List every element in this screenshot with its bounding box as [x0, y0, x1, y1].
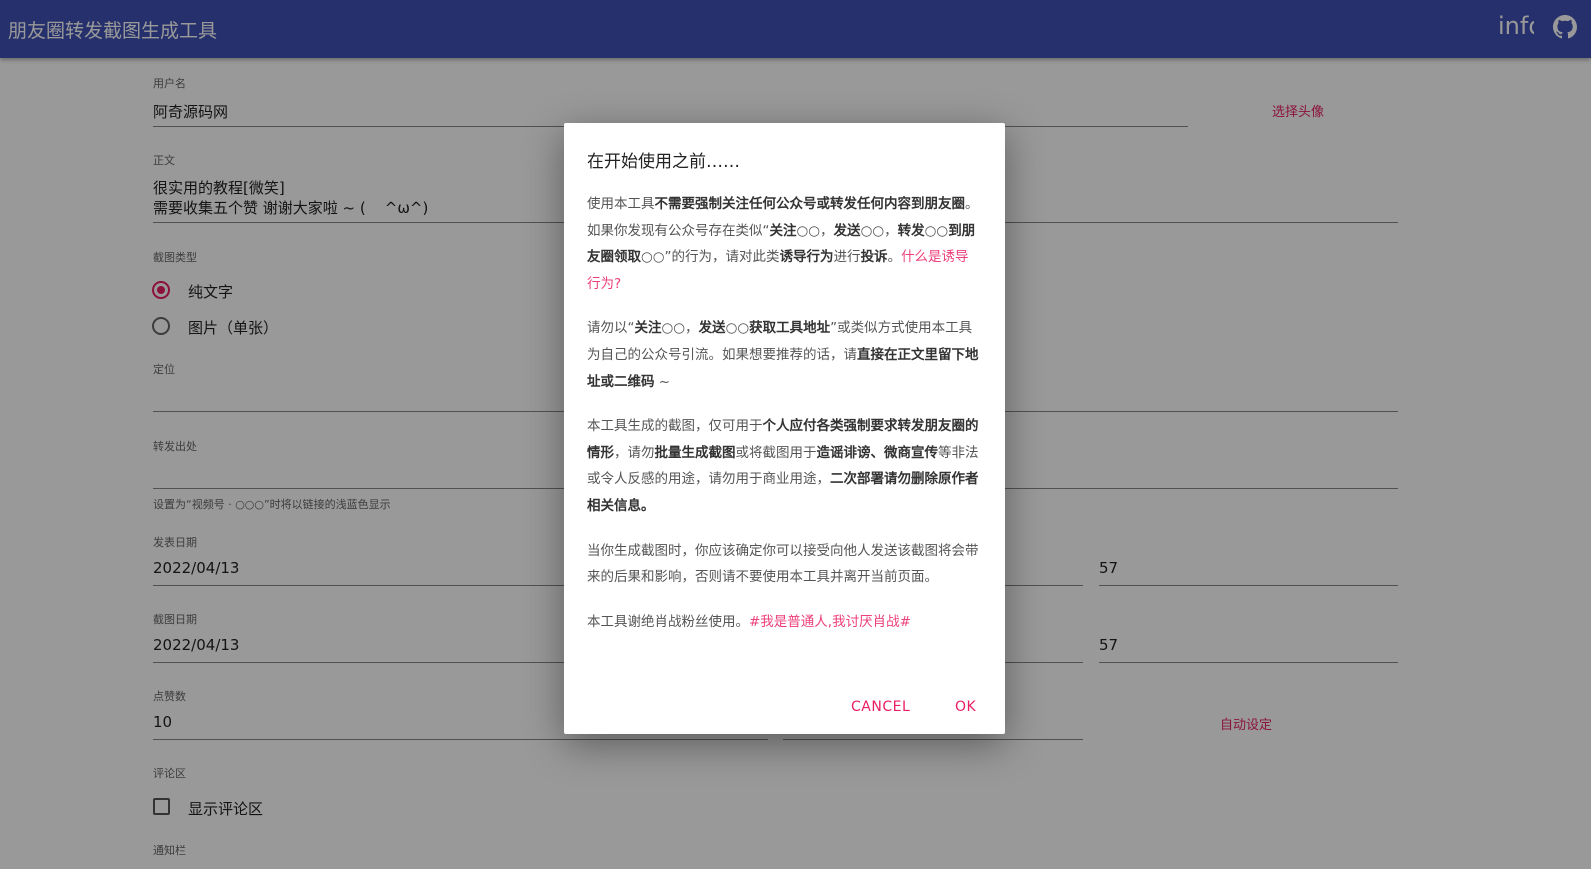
text: 请勿以“	[587, 320, 635, 337]
text: 进行	[833, 249, 861, 266]
cancel-button[interactable]: CANCEL	[851, 699, 910, 715]
dialog-paragraph: 使用本工具不需要强制关注任何公众号或转发任何内容到朋友圈。如果你发现有公众号存在…	[587, 191, 982, 297]
emphasis-text: 投诉	[860, 249, 888, 266]
text: ○○，	[796, 222, 834, 239]
emphasis-text: 转发	[897, 222, 925, 239]
emphasis-text: 不需要强制关注任何公众号或转发任何内容到朋友圈	[654, 196, 966, 212]
dialog-paragraph: 本工具生成的截图，仅可用于个人应付各类强制要求转发朋友圈的情形，请勿批量生成截图…	[587, 413, 982, 519]
ok-button[interactable]: OK	[955, 699, 976, 715]
text: 。	[887, 249, 902, 266]
emphasis-text: 关注	[769, 222, 797, 239]
dialog-title: 在开始使用之前……	[587, 152, 740, 172]
text: ○○	[924, 222, 949, 239]
text: ，请勿	[614, 444, 655, 461]
emphasis-text: 关注	[634, 320, 662, 337]
emphasis-text: 发送	[698, 320, 726, 337]
text: ○○，	[661, 320, 699, 337]
emphasis-text: 造谣诽谤、微商宣传	[816, 444, 939, 461]
text: 本工具生成的截图，仅可用于	[587, 418, 763, 435]
dialog-link[interactable]: #我是普通人,我讨厌肖战#	[749, 614, 911, 630]
text: 使用本工具	[587, 196, 655, 212]
text: ~	[654, 373, 671, 390]
text: ○○	[725, 320, 750, 337]
dialog-paragraph: 当你生成截图时，你应该确定你可以接受向他人发送该截图将会带来的后果和影响，否则请…	[587, 538, 982, 591]
text: 当你生成截图时，你应该确定你可以接受向他人发送该截图将会带来的后果和影响，否则请…	[587, 542, 979, 586]
text: ○○”的行为，请对此类	[641, 249, 780, 266]
emphasis-text: 获取工具地址	[749, 320, 831, 337]
text: 或将截图用于	[735, 444, 817, 461]
emphasis-text: 批量生成截图	[654, 444, 736, 461]
text: ○○，	[860, 222, 898, 239]
usage-notice-dialog: 在开始使用之前…… 使用本工具不需要强制关注任何公众号或转发任何内容到朋友圈。如…	[564, 123, 1005, 734]
dialog-body: 使用本工具不需要强制关注任何公众号或转发任何内容到朋友圈。如果你发现有公众号存在…	[587, 191, 982, 653]
emphasis-text: 诱导行为	[779, 249, 834, 266]
emphasis-text: 发送	[833, 222, 861, 239]
dialog-paragraph: 本工具谢绝肖战粉丝使用。#我是普通人,我讨厌肖战#	[587, 609, 982, 636]
dialog-paragraph: 请勿以“关注○○，发送○○获取工具地址”或类似方式使用本工具为自己的公众号引流。…	[587, 315, 982, 395]
text: 本工具谢绝肖战粉丝使用。	[587, 613, 749, 630]
